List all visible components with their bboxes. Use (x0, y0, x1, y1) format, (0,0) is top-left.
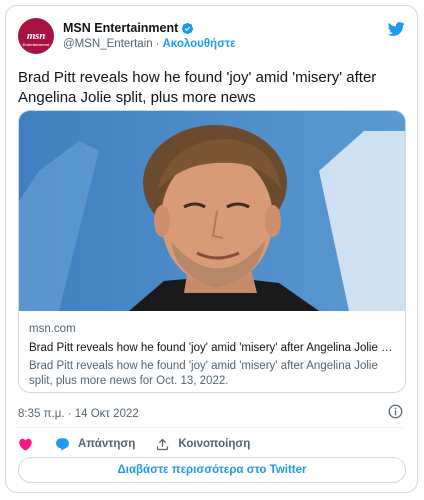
separator-dot: · (155, 38, 160, 50)
speech-bubble-icon (56, 437, 69, 451)
avatar[interactable]: msn Entertainment (18, 18, 54, 54)
account-names: MSN Entertainment @MSN_Entertain · Ακολουθ… (63, 20, 236, 50)
read-more-button[interactable]: Διαβάστε περισσότερα στο Twitter (18, 457, 406, 483)
tweet-text: Brad Pitt reveals how he found 'joy' ami… (18, 69, 377, 106)
avatar-logo-text: msn (26, 30, 46, 42)
twitter-bird-icon[interactable] (387, 20, 405, 38)
divider (18, 427, 405, 428)
reply-label: Απάντηση (78, 438, 136, 450)
share-button[interactable]: Κοινοποίηση (155, 437, 250, 452)
like-button[interactable] (18, 437, 33, 452)
display-name[interactable]: MSN Entertainment (63, 21, 178, 35)
link-description: Brad Pitt reveals how he found 'joy' ami… (29, 360, 378, 387)
timestamp-row: 8:35 π.μ. · 14 Οκτ 2022 (18, 404, 405, 420)
handle-row: @MSN_Entertain · Ακολουθήστε (63, 38, 236, 50)
avatar-logo-subtext: Entertainment (22, 42, 50, 47)
reply-button[interactable]: Απάντηση (55, 437, 135, 452)
account-handle[interactable]: @MSN_Entertain (63, 38, 153, 50)
link-preview-card[interactable]: msn.com Brad Pitt reveals how he found '… (18, 110, 406, 393)
verified-badge-icon (181, 22, 194, 35)
action-bar: Απάντηση Κοινοποίηση (18, 434, 270, 454)
link-title: Brad Pitt reveals how he found 'joy' ami… (29, 342, 395, 354)
link-preview-meta: msn.com Brad Pitt reveals how he found '… (29, 322, 395, 389)
info-icon[interactable] (388, 404, 403, 419)
tweet-embed-card: msn Entertainment MSN Entertainment @MSN… (5, 5, 418, 493)
share-upload-icon (157, 438, 169, 450)
link-domain: msn.com (29, 323, 76, 335)
follow-link[interactable]: Ακολουθήστε (163, 38, 236, 50)
tweet-header: msn Entertainment MSN Entertainment @MSN… (18, 18, 405, 58)
display-name-row: MSN Entertainment (63, 20, 236, 36)
link-preview-image (19, 111, 405, 311)
heart-icon (19, 438, 32, 451)
share-label: Κοινοποίηση (178, 438, 251, 450)
tweet-timestamp[interactable]: 8:35 π.μ. · 14 Οκτ 2022 (18, 408, 139, 420)
